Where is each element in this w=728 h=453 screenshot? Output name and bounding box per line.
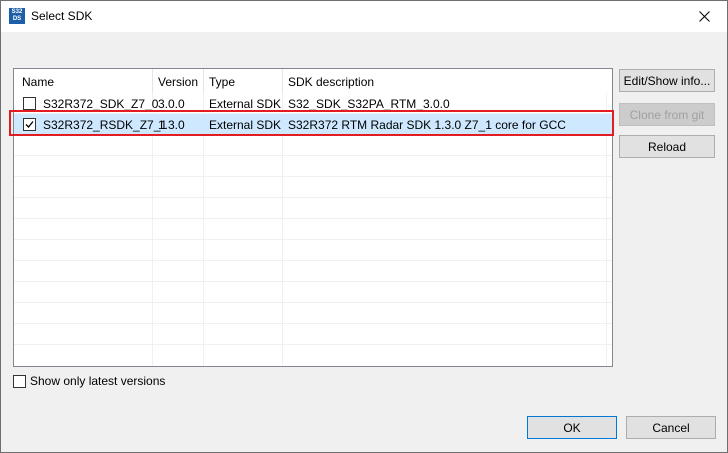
ok-button[interactable]: OK bbox=[527, 416, 617, 439]
row-divider bbox=[14, 302, 612, 303]
select-sdk-dialog: S32 DS Select SDK Name Version Type SDK … bbox=[0, 0, 728, 453]
s32ds-app-icon: S32 DS bbox=[9, 8, 25, 24]
row-divider bbox=[14, 323, 612, 324]
row-divider bbox=[14, 218, 612, 219]
row-divider bbox=[14, 344, 612, 345]
row-divider bbox=[14, 197, 612, 198]
column-header-type[interactable]: Type bbox=[209, 75, 235, 89]
sdk-version: 3.0.0 bbox=[158, 97, 185, 111]
header-divider[interactable] bbox=[203, 69, 204, 93]
selection-highlight-box bbox=[9, 110, 614, 136]
window-title: Select SDK bbox=[31, 9, 93, 23]
header-divider[interactable] bbox=[282, 69, 283, 93]
header-divider[interactable] bbox=[152, 69, 153, 93]
column-header-version[interactable]: Version bbox=[158, 75, 198, 89]
row-divider bbox=[14, 281, 612, 282]
close-button[interactable] bbox=[681, 1, 727, 31]
clone-from-git-button[interactable]: Clone from git bbox=[619, 103, 715, 126]
close-icon bbox=[698, 10, 710, 22]
title-bar: S32 DS Select SDK bbox=[1, 1, 727, 32]
row-divider bbox=[14, 260, 612, 261]
row-divider bbox=[14, 176, 612, 177]
sdk-name: S32R372_SDK_Z7_0 bbox=[43, 97, 159, 111]
row-divider bbox=[14, 155, 612, 156]
column-header-name[interactable]: Name bbox=[22, 75, 54, 89]
sdk-description: S32_SDK_S32PA_RTM_3.0.0 bbox=[288, 97, 450, 111]
show-latest-checkbox[interactable] bbox=[13, 375, 26, 388]
row-checkbox[interactable] bbox=[23, 97, 36, 110]
sdk-type: External SDK bbox=[209, 97, 282, 111]
row-divider bbox=[14, 239, 612, 240]
show-latest-label[interactable]: Show only latest versions bbox=[30, 374, 165, 388]
reload-button[interactable]: Reload bbox=[619, 135, 715, 158]
edit-show-info-button[interactable]: Edit/Show info... bbox=[619, 69, 715, 92]
column-header-description[interactable]: SDK description bbox=[288, 75, 374, 89]
table-header: Name Version Type SDK description bbox=[14, 69, 612, 93]
cancel-button[interactable]: Cancel bbox=[626, 416, 716, 439]
